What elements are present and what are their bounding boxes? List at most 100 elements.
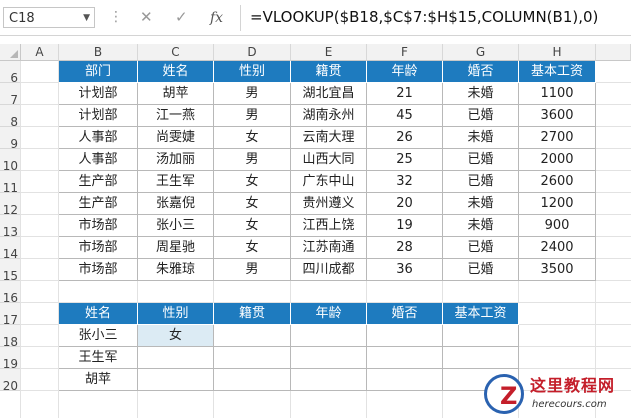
table-cell[interactable]: 女 (214, 215, 291, 237)
table-cell[interactable]: 江苏南通 (291, 237, 367, 259)
table-cell[interactable]: 1200 (519, 193, 596, 215)
table-cell[interactable]: 市场部 (59, 215, 138, 237)
row-header-9[interactable]: 9 (0, 127, 21, 151)
table-cell[interactable]: 计划部 (59, 83, 138, 105)
table-cell[interactable]: 3600 (519, 105, 596, 127)
select-all-corner[interactable] (0, 44, 21, 61)
table-cell[interactable]: 已婚 (443, 171, 519, 193)
drag-handle-icon[interactable]: ⋮ (109, 8, 123, 26)
table-cell[interactable]: 生产部 (59, 193, 138, 215)
table-cell[interactable]: 尚雯婕 (138, 127, 214, 149)
table-cell[interactable]: 朱雅琼 (138, 259, 214, 281)
table-cell[interactable]: 21 (367, 83, 443, 105)
table-cell[interactable]: 已婚 (443, 105, 519, 127)
row-header-10[interactable]: 10 (0, 149, 21, 173)
function-icon[interactable]: fx (210, 7, 223, 29)
table-cell[interactable]: 男 (214, 149, 291, 171)
table-cell[interactable]: 28 (367, 237, 443, 259)
table-cell[interactable]: 湖南永州 (291, 105, 367, 127)
lookup-cell[interactable] (367, 347, 443, 369)
table-cell[interactable]: 32 (367, 171, 443, 193)
table-cell[interactable]: 山西大同 (291, 149, 367, 171)
table-cell[interactable]: 20 (367, 193, 443, 215)
row-header-6[interactable]: 6 (0, 61, 21, 85)
row-header-16[interactable]: 16 (0, 281, 21, 305)
column-header-c[interactable]: C (138, 44, 214, 61)
table-cell[interactable]: 王生军 (138, 171, 214, 193)
table-cell[interactable]: 已婚 (443, 259, 519, 281)
lookup-cell[interactable] (443, 325, 519, 347)
table-cell[interactable]: 女 (214, 237, 291, 259)
table-cell[interactable]: 未婚 (443, 193, 519, 215)
lookup-cell[interactable] (214, 369, 291, 391)
table-cell[interactable]: 女 (214, 127, 291, 149)
table-cell[interactable]: 1100 (519, 83, 596, 105)
table-cell[interactable]: 贵州遵义 (291, 193, 367, 215)
row-header-14[interactable]: 14 (0, 237, 21, 261)
row-header-12[interactable]: 12 (0, 193, 21, 217)
column-header-b[interactable]: B (59, 44, 138, 61)
table-cell[interactable]: 汤加丽 (138, 149, 214, 171)
lookup-cell[interactable] (291, 325, 367, 347)
lookup-cell[interactable] (291, 347, 367, 369)
lookup-cell[interactable] (291, 369, 367, 391)
table-cell[interactable]: 人事部 (59, 127, 138, 149)
table-cell[interactable]: 周星驰 (138, 237, 214, 259)
lookup-cell[interactable]: 王生军 (59, 347, 138, 369)
lookup-cell[interactable]: 张小三 (59, 325, 138, 347)
formula-input[interactable]: =VLOOKUP($B18,$C$7:$H$15,COLUMN(B1),0) (250, 6, 598, 28)
table-cell[interactable]: 3500 (519, 259, 596, 281)
table-cell[interactable]: 女 (214, 193, 291, 215)
table-cell[interactable]: 2600 (519, 171, 596, 193)
row-header-17[interactable]: 17 (0, 303, 21, 327)
table-cell[interactable]: 市场部 (59, 259, 138, 281)
name-box[interactable]: C18 ▼ (3, 7, 95, 28)
table-cell[interactable]: 2000 (519, 149, 596, 171)
table-cell[interactable]: 云南大理 (291, 127, 367, 149)
row-header-15[interactable]: 15 (0, 259, 21, 283)
row-header-13[interactable]: 13 (0, 215, 21, 239)
table-cell[interactable]: 19 (367, 215, 443, 237)
lookup-cell[interactable]: 胡苹 (59, 369, 138, 391)
lookup-cell[interactable] (367, 325, 443, 347)
table-cell[interactable]: 张嘉倪 (138, 193, 214, 215)
table-cell[interactable]: 人事部 (59, 149, 138, 171)
table-cell[interactable]: 26 (367, 127, 443, 149)
column-header-h[interactable]: H (519, 44, 596, 61)
table-cell[interactable]: 45 (367, 105, 443, 127)
table-cell[interactable]: 广东中山 (291, 171, 367, 193)
lookup-cell[interactable] (138, 347, 214, 369)
selected-cell[interactable]: 女 (138, 325, 214, 347)
column-header-e[interactable]: E (291, 44, 367, 61)
table-cell[interactable]: 900 (519, 215, 596, 237)
table-cell[interactable]: 已婚 (443, 237, 519, 259)
table-cell[interactable]: 湖北宜昌 (291, 83, 367, 105)
table-cell[interactable]: 2700 (519, 127, 596, 149)
table-cell[interactable]: 女 (214, 171, 291, 193)
column-header-g[interactable]: G (443, 44, 519, 61)
table-cell[interactable]: 2400 (519, 237, 596, 259)
table-cell[interactable]: 未婚 (443, 127, 519, 149)
lookup-cell[interactable] (138, 369, 214, 391)
column-header-f[interactable]: F (367, 44, 443, 61)
table-cell[interactable]: 四川成都 (291, 259, 367, 281)
table-cell[interactable]: 已婚 (443, 149, 519, 171)
close-icon[interactable]: ✕ (140, 6, 153, 28)
check-icon[interactable]: ✓ (175, 6, 188, 28)
table-cell[interactable]: 未婚 (443, 83, 519, 105)
table-cell[interactable]: 江西上饶 (291, 215, 367, 237)
table-cell[interactable]: 男 (214, 83, 291, 105)
row-header-7[interactable]: 7 (0, 83, 21, 107)
table-cell[interactable]: 张小三 (138, 215, 214, 237)
lookup-cell[interactable] (367, 369, 443, 391)
row-header-8[interactable]: 8 (0, 105, 21, 129)
table-cell[interactable]: 男 (214, 259, 291, 281)
lookup-cell[interactable] (214, 325, 291, 347)
table-cell[interactable]: 计划部 (59, 105, 138, 127)
table-cell[interactable]: 胡苹 (138, 83, 214, 105)
table-cell[interactable]: 未婚 (443, 215, 519, 237)
column-header-d[interactable]: D (214, 44, 291, 61)
row-header-19[interactable]: 19 (0, 347, 21, 371)
table-cell[interactable]: 男 (214, 105, 291, 127)
table-cell[interactable]: 市场部 (59, 237, 138, 259)
